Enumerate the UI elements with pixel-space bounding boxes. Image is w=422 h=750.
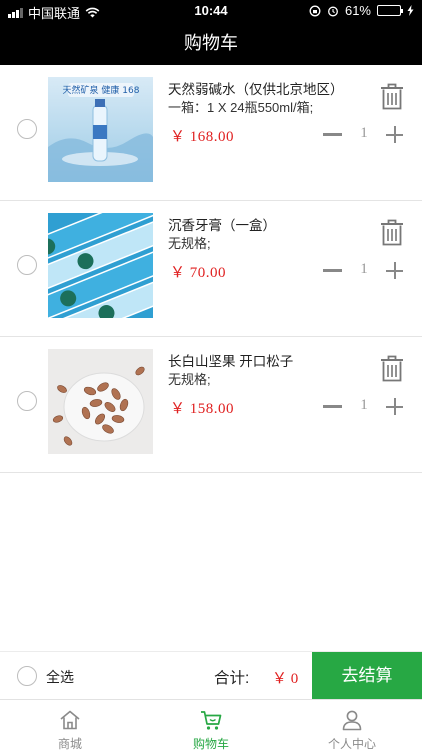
item-title[interactable]: 长白山坚果 开口松子 [168, 350, 293, 370]
pine-nuts-product-image [48, 349, 153, 454]
rotation-lock-icon [309, 5, 321, 16]
select-all-radio[interactable] [17, 666, 37, 686]
increase-button[interactable] [384, 396, 406, 418]
tab-cart[interactable]: 购物车 [141, 700, 281, 750]
trash-icon [381, 355, 403, 382]
cart-item: 长白山坚果 开口松子 无规格; ￥ 158.00 1 [0, 337, 422, 473]
decrease-button[interactable] [322, 124, 344, 146]
item-title[interactable]: 沉香牙膏（一盒） [168, 214, 276, 234]
status-bar: 中国联通 10:44 61% [0, 0, 422, 22]
select-all-label[interactable]: 全选 [46, 667, 74, 687]
increase-button[interactable] [384, 124, 406, 146]
cart-list: 天然矿泉 健康 168 天然弱碱水（仅供北京地区） 一箱：1 X 24瓶550m… [0, 65, 422, 473]
tab-bar: 商城 购物车 个人中心 [0, 699, 422, 750]
quantity-stepper: 1 [322, 396, 406, 418]
item-price: ￥ 70.00 [170, 265, 227, 281]
item-spec: 无规格; [168, 372, 211, 387]
product-image-text: 天然矿泉 健康 168 [63, 84, 140, 96]
home-icon [60, 710, 80, 730]
product-image[interactable] [48, 213, 153, 318]
quantity-value: 1 [360, 125, 368, 141]
delete-button[interactable] [380, 355, 404, 383]
trash-icon [381, 219, 403, 246]
delete-button[interactable] [380, 83, 404, 111]
cart-item: 天然矿泉 健康 168 天然弱碱水（仅供北京地区） 一箱：1 X 24瓶550m… [0, 65, 422, 201]
status-right: 61% [309, 3, 414, 18]
page-header: 购物车 [0, 22, 422, 65]
item-select-radio[interactable] [17, 391, 37, 411]
item-select-radio[interactable] [17, 255, 37, 275]
tab-label: 个人中心 [327, 737, 376, 750]
increase-button[interactable] [384, 260, 406, 282]
quantity-stepper: 1 [322, 260, 406, 282]
user-icon [342, 710, 362, 731]
quantity-value: 1 [360, 261, 368, 277]
item-price: ￥ 158.00 [170, 401, 235, 417]
delete-button[interactable] [380, 219, 404, 247]
tab-label: 商城 [57, 737, 82, 750]
total-value: ￥ 0 [272, 671, 299, 687]
tab-label: 购物车 [192, 737, 229, 750]
item-select-radio[interactable] [17, 119, 37, 139]
checkout-button[interactable]: 去结算 [312, 652, 422, 700]
page-title: 购物车 [184, 33, 238, 53]
decrease-button[interactable] [322, 260, 344, 282]
item-spec: 无规格; [168, 236, 211, 251]
item-price: ￥ 168.00 [170, 129, 235, 145]
item-title[interactable]: 天然弱碱水（仅供北京地区） [168, 78, 344, 98]
toothpaste-boxes-product-image [48, 213, 153, 318]
cart-item: 沉香牙膏（一盒） 无规格; ￥ 70.00 1 [0, 201, 422, 337]
battery-percent: 61% [344, 3, 371, 18]
alarm-icon [328, 6, 338, 16]
decrease-button[interactable] [322, 396, 344, 418]
trash-icon [381, 83, 403, 110]
bottled-water-product-image: 天然矿泉 健康 168 [48, 77, 153, 182]
quantity-value: 1 [360, 397, 368, 413]
total-label: 合计: [214, 670, 250, 687]
product-image[interactable]: 天然矿泉 健康 168 [48, 77, 153, 182]
battery-icon [377, 5, 403, 16]
cart-icon [201, 711, 222, 730]
checkout-bar: 全选 合计: ￥ 0 去结算 [0, 651, 422, 700]
charging-icon [407, 5, 414, 16]
tab-profile[interactable]: 个人中心 [282, 700, 422, 750]
quantity-stepper: 1 [322, 124, 406, 146]
tab-home[interactable]: 商城 [0, 700, 140, 750]
item-spec: 一箱：1 X 24瓶550ml/箱; [168, 100, 314, 115]
product-image[interactable] [48, 349, 153, 454]
